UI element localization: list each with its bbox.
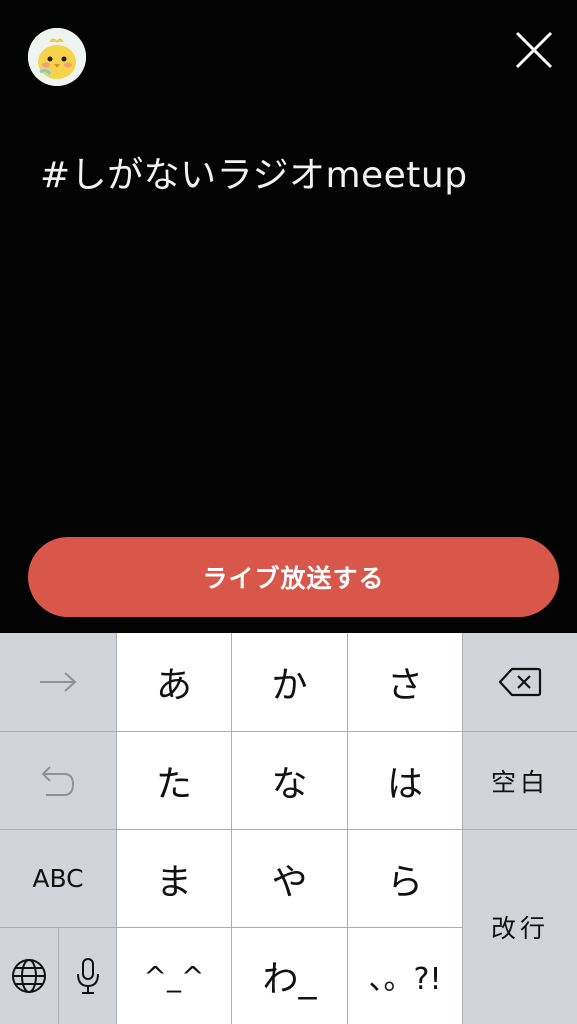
delete-key[interactable] (462, 633, 577, 731)
broadcast-title[interactable]: #しがないラジオmeetup (40, 146, 468, 198)
kana-key-ma[interactable]: ま (116, 829, 231, 927)
kana-key-ya[interactable]: や (231, 829, 347, 927)
kana-key-ka[interactable]: か (231, 633, 347, 731)
close-icon (515, 31, 553, 69)
undo-key[interactable] (0, 731, 116, 829)
enter-key[interactable]: 改行 (462, 829, 577, 1024)
backspace-icon (498, 667, 542, 697)
kana-key-a[interactable]: あ (116, 633, 231, 731)
avatar[interactable] (28, 28, 86, 86)
kana-key-ha[interactable]: は (347, 731, 462, 829)
start-live-button[interactable]: ライブ放送する (28, 537, 559, 617)
abc-key[interactable]: ABC (0, 829, 116, 927)
space-key[interactable]: 空白 (462, 731, 577, 829)
japanese-keyboard: ABC あ か さ た な は ま や ら ^_^ わ_ 、。?! 空白 改行 (0, 633, 577, 1024)
undo-icon (41, 765, 75, 796)
kana-key-wa[interactable]: わ_ (231, 927, 347, 1024)
arrow-right-icon (40, 672, 77, 692)
microphone-icon (76, 958, 99, 994)
globe-icon (12, 959, 46, 993)
emoticon-key[interactable]: ^_^ (116, 927, 231, 1024)
kana-key-ra[interactable]: ら (347, 829, 462, 927)
mic-key[interactable] (58, 927, 116, 1024)
chick-avatar-icon (28, 28, 86, 86)
globe-key[interactable] (0, 927, 58, 1024)
kana-key-sa[interactable]: さ (347, 633, 462, 731)
live-setup-screen: #しがないラジオmeetup ライブ放送する (0, 0, 577, 633)
punctuation-key[interactable]: 、。?! (347, 927, 462, 1024)
kana-key-ta[interactable]: た (116, 731, 231, 829)
next-candidate-key[interactable] (0, 633, 116, 731)
close-button[interactable] (512, 28, 556, 72)
kana-key-na[interactable]: な (231, 731, 347, 829)
